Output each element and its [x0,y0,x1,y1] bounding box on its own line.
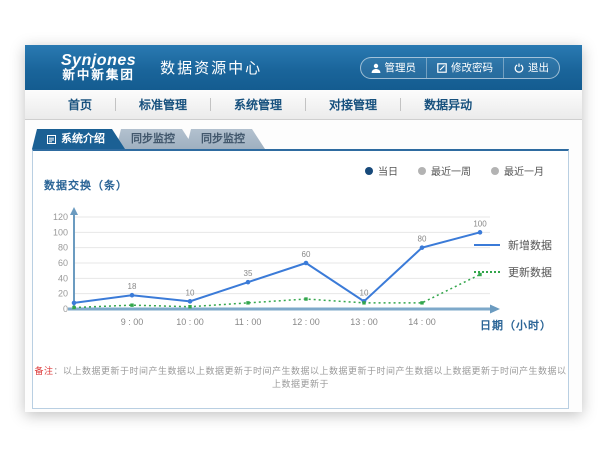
dotted-line-icon [474,271,500,273]
data-point-label: 10 [360,288,369,297]
tab-label: 同步监控 [131,129,175,149]
chart-legend: 新增数据 更新数据 [474,237,552,280]
data-point-label: 60 [302,250,311,259]
logo: Synjones 新中新集团 [61,53,136,83]
page-title: 数据资源中心 [160,57,262,78]
legend-label: 更新数据 [508,264,552,280]
x-tick-label: 9 : 00 [121,317,144,327]
data-point-label: 35 [244,269,253,278]
data-point [304,261,309,266]
y-tick-label: 40 [58,273,68,283]
footnote-text: ：以上数据更新于时间产生数据以上数据更新于时间产生数据以上数据更新于时间产生数据… [54,366,567,389]
nav-item-system-mgmt[interactable]: 系统管理 [211,96,305,113]
footnote-prefix: 备注 [34,366,53,376]
data-point [72,306,75,309]
data-point [188,305,191,308]
tab-label: 系统介绍 [61,129,105,149]
solid-line-icon [474,244,500,246]
tab-label: 同步监控 [201,129,245,149]
data-point [188,299,193,304]
tab-bar: 系统介绍 同步监控 同步监控 [32,129,265,149]
data-point [362,301,365,304]
y-tick-label: 80 [58,243,68,253]
radio-label: 最近一周 [431,163,471,178]
app-window: Synjones 新中新集团 数据资源中心 管理员 修改密码 [25,45,582,412]
y-tick-label: 20 [58,289,68,299]
logout-label: 退出 [528,60,549,75]
radio-last-month[interactable]: 最近一月 [491,163,544,178]
data-point [246,280,251,285]
legend-label: 新增数据 [508,237,552,253]
x-tick-label: 10 : 00 [176,317,204,327]
data-point [72,301,77,306]
logout-button[interactable]: 退出 [503,58,559,78]
header: Synjones 新中新集团 数据资源中心 管理员 修改密码 [25,45,582,90]
x-tick-label: 11 : 00 [235,317,262,327]
user-menu-button[interactable]: 管理员 [361,58,427,78]
radio-dot-icon [365,167,373,175]
radio-label: 当日 [378,163,398,178]
edit-icon [437,63,447,73]
y-tick-label: 120 [53,212,68,222]
legend-item-updated-data: 更新数据 [474,264,552,280]
x-tick-label: 14 : 00 [408,317,436,327]
y-tick-label: 100 [53,227,68,237]
y-tick-label: 60 [58,258,68,268]
logo-brand: Synjones [61,53,136,70]
data-point [130,303,133,306]
data-point-label: 100 [473,219,487,228]
radio-label: 最近一月 [504,163,544,178]
radio-dot-icon [491,167,499,175]
document-icon [47,135,56,144]
tab-sync-monitor-2[interactable]: 同步监控 [186,129,265,149]
nav-item-home[interactable]: 首页 [45,96,115,113]
tab-system-intro[interactable]: 系统介绍 [32,129,125,149]
main-nav: 首页 标准管理 系统管理 对接管理 数据异动 [25,90,582,120]
x-axis-title: 日期（小时） [480,317,552,333]
user-toolbar: 管理员 修改密码 退出 [360,57,561,79]
nav-item-interface-mgmt[interactable]: 对接管理 [306,96,400,113]
radio-last-week[interactable]: 最近一周 [418,163,471,178]
nav-item-standard-mgmt[interactable]: 标准管理 [116,96,210,113]
data-point [130,293,135,298]
data-point [304,297,307,300]
x-tick-label: 12 : 00 [292,317,320,327]
legend-item-new-data: 新增数据 [474,237,552,253]
change-password-button[interactable]: 修改密码 [426,58,503,78]
data-point [420,245,425,250]
change-password-label: 修改密码 [451,60,493,75]
data-point [420,301,423,304]
chart-panel: 当日 最近一周 最近一月 数据交换（条） 0204060801001209 : … [32,149,569,409]
data-point-label: 80 [418,235,427,244]
time-range-filter: 当日 最近一周 最近一月 [365,163,544,178]
nav-item-data-change[interactable]: 数据异动 [401,96,495,113]
x-axis-arrow-icon [490,305,500,314]
content-area: 系统介绍 同步监控 同步监控 当日 最近一周 [25,120,582,412]
x-tick-label: 13 : 00 [350,317,378,327]
tab-sync-monitor-1[interactable]: 同步监控 [116,129,195,149]
page: Synjones 新中新集团 数据资源中心 管理员 修改密码 [0,0,600,450]
radio-dot-icon [418,167,426,175]
y-tick-label: 0 [63,304,68,314]
data-point [246,301,249,304]
footnote: 备注：以上数据更新于时间产生数据以上数据更新于时间产生数据以上数据更新于时间产生… [33,364,568,390]
power-icon [514,63,524,73]
data-point-label: 18 [128,282,137,291]
user-name: 管理员 [385,60,417,75]
logo-company: 新中新集团 [61,69,136,82]
data-point-label: 10 [186,288,195,297]
user-icon [371,63,381,73]
radio-today[interactable]: 当日 [365,163,398,178]
y-axis-arrow-icon [70,207,78,215]
data-point [478,230,483,235]
